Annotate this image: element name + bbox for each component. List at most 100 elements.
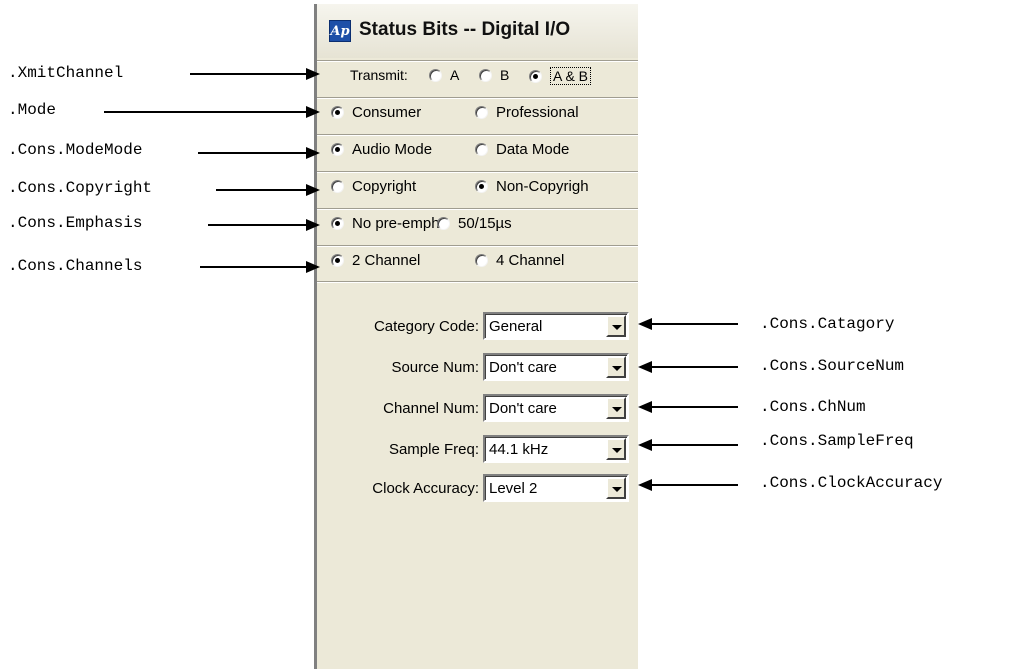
sample-freq-row: Sample Freq: 44.1 kHz bbox=[317, 433, 638, 465]
transmit-option-a-and-b[interactable]: A & B bbox=[529, 67, 592, 85]
annotation-arrow bbox=[104, 111, 308, 113]
annotation-arrow bbox=[650, 444, 738, 446]
radio-selected-icon bbox=[331, 143, 344, 156]
chevron-down-icon[interactable] bbox=[606, 397, 626, 419]
arrow-right-icon bbox=[306, 106, 320, 118]
annotation-cons-ch-num: .Cons.ChNum bbox=[760, 398, 866, 416]
annotation-arrow bbox=[190, 73, 308, 75]
channel-num-row: Channel Num: Don't care bbox=[317, 392, 638, 424]
panel-title: Status Bits -- Digital I/O bbox=[359, 19, 571, 40]
annotation-cons-mode-mode: .Cons.ModeMode bbox=[8, 141, 143, 159]
emphasis-option-none[interactable]: No pre-emph bbox=[331, 215, 440, 232]
arrow-right-icon bbox=[306, 261, 320, 273]
annotation-cons-sample-freq: .Cons.SampleFreq bbox=[760, 432, 914, 450]
select-value: Level 2 bbox=[489, 480, 538, 497]
arrow-right-icon bbox=[306, 184, 320, 196]
channels-row: 2 Channel 4 Channel bbox=[317, 245, 638, 275]
arrow-right-icon bbox=[306, 68, 320, 80]
select-value: 44.1 kHz bbox=[489, 441, 549, 458]
mode-option-audio[interactable]: Audio Mode bbox=[331, 141, 432, 158]
radio-icon bbox=[475, 254, 488, 267]
radio-selected-icon bbox=[529, 69, 542, 83]
option-label: Copyright bbox=[352, 178, 417, 195]
status-bits-panel: Ap Status Bits -- Digital I/O Transmit: … bbox=[314, 4, 638, 669]
channel-num-select[interactable]: Don't care bbox=[483, 394, 629, 422]
transmit-row: Transmit: A B A & B bbox=[317, 60, 638, 90]
annotation-mode: .Mode bbox=[8, 101, 57, 119]
title-bar: Ap Status Bits -- Digital I/O bbox=[317, 4, 638, 58]
chevron-down-icon[interactable] bbox=[606, 477, 626, 499]
annotation-xmit-channel: .XmitChannel bbox=[8, 64, 124, 82]
annotation-cons-copyright: .Cons.Copyright bbox=[8, 179, 153, 197]
radio-icon bbox=[475, 106, 488, 119]
arrow-right-icon bbox=[306, 147, 320, 159]
radio-icon bbox=[475, 143, 488, 156]
option-label: 50/15µs bbox=[458, 215, 512, 232]
channels-option-2[interactable]: 2 Channel bbox=[331, 252, 420, 269]
annotation-cons-channels: .Cons.Channels bbox=[8, 257, 143, 275]
non-copyright-option[interactable]: Non-Copyrigh bbox=[475, 178, 589, 195]
option-label: Audio Mode bbox=[352, 141, 433, 158]
radio-icon bbox=[429, 68, 442, 82]
emphasis-option-50-15[interactable]: 50/15µs bbox=[437, 215, 512, 232]
radio-selected-icon bbox=[331, 106, 344, 119]
field-label: Source Num: bbox=[391, 359, 479, 376]
copyright-row: Copyright Non-Copyrigh bbox=[317, 171, 638, 201]
option-label: Professional bbox=[496, 104, 579, 121]
annotation-arrow bbox=[200, 266, 308, 268]
select-value: General bbox=[489, 318, 543, 335]
transmit-option-b[interactable]: B bbox=[479, 67, 509, 83]
field-label: Category Code: bbox=[373, 318, 479, 335]
option-label: A & B bbox=[550, 67, 592, 85]
chevron-down-icon[interactable] bbox=[606, 356, 626, 378]
source-num-row: Source Num: Don't care bbox=[317, 351, 638, 383]
option-label: A bbox=[450, 67, 460, 83]
annotation-cons-source-num: .Cons.SourceNum bbox=[760, 357, 905, 375]
option-label: 4 Channel bbox=[496, 252, 565, 269]
chevron-down-icon[interactable] bbox=[606, 438, 626, 460]
chevron-down-icon[interactable] bbox=[606, 315, 626, 337]
transmit-option-a[interactable]: A bbox=[429, 67, 459, 83]
transmit-label: Transmit: bbox=[350, 67, 408, 83]
arrow-right-icon bbox=[306, 219, 320, 231]
annotation-arrow bbox=[216, 189, 308, 191]
mode-option-data[interactable]: Data Mode bbox=[475, 141, 569, 158]
annotation-arrow bbox=[208, 224, 308, 226]
mode-option-consumer[interactable]: Consumer bbox=[331, 104, 421, 121]
channels-option-4[interactable]: 4 Channel bbox=[475, 252, 564, 269]
clock-accuracy-select[interactable]: Level 2 bbox=[483, 474, 629, 502]
option-label: Data Mode bbox=[496, 141, 570, 158]
emphasis-row: No pre-emph 50/15µs bbox=[317, 208, 638, 238]
mode-row: Consumer Professional bbox=[317, 97, 638, 127]
radio-icon bbox=[479, 68, 492, 82]
radio-selected-icon bbox=[331, 217, 344, 230]
audio-data-mode-row: Audio Mode Data Mode bbox=[317, 134, 638, 164]
annotation-arrow bbox=[650, 323, 738, 325]
field-label: Channel Num: bbox=[383, 400, 479, 417]
annotation-cons-clock-accuracy: .Cons.ClockAccuracy bbox=[760, 474, 943, 492]
category-code-row: Category Code: General bbox=[317, 310, 638, 342]
option-label: No pre-emph bbox=[352, 215, 440, 232]
option-label: B bbox=[500, 67, 510, 83]
mode-option-professional[interactable]: Professional bbox=[475, 104, 579, 121]
clock-accuracy-row: Clock Accuracy: Level 2 bbox=[317, 472, 638, 504]
select-value: Don't care bbox=[489, 359, 557, 376]
annotation-arrow bbox=[650, 406, 738, 408]
sample-freq-select[interactable]: 44.1 kHz bbox=[483, 435, 629, 463]
select-value: Don't care bbox=[489, 400, 557, 417]
annotation-cons-emphasis: .Cons.Emphasis bbox=[8, 214, 143, 232]
radio-icon bbox=[437, 217, 450, 230]
copyright-option[interactable]: Copyright bbox=[331, 178, 416, 195]
field-label: Clock Accuracy: bbox=[372, 480, 479, 497]
option-label: Consumer bbox=[352, 104, 422, 121]
option-label: Non-Copyrigh bbox=[496, 178, 589, 195]
radio-icon bbox=[331, 180, 344, 193]
option-label: 2 Channel bbox=[352, 252, 421, 269]
separator bbox=[317, 281, 638, 283]
annotation-arrow bbox=[650, 366, 738, 368]
category-code-select[interactable]: General bbox=[483, 312, 629, 340]
source-num-select[interactable]: Don't care bbox=[483, 353, 629, 381]
annotation-arrow bbox=[198, 152, 308, 154]
annotation-cons-category: .Cons.Catagory bbox=[760, 315, 895, 333]
radio-selected-icon bbox=[475, 180, 488, 193]
